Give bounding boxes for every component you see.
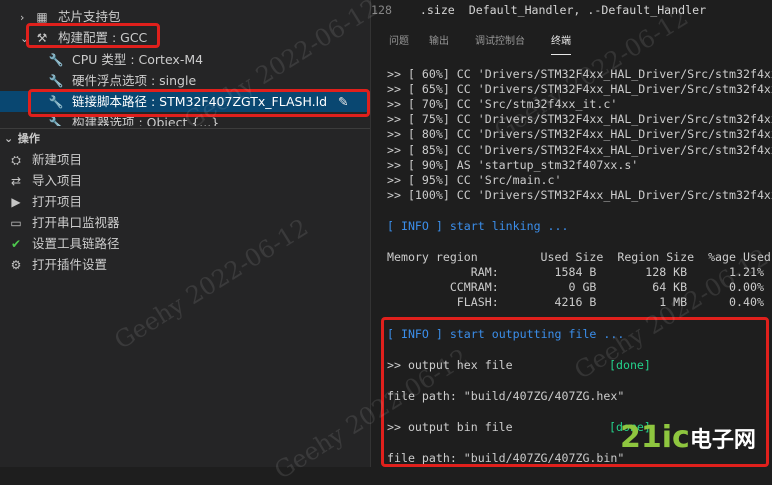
build-line: >> [ 60%] CC 'Drivers/STM32F4xx_HAL_Driv… xyxy=(387,67,772,81)
editor-terminal-area: 128 .size Default_Handler, .-Default_Han… xyxy=(370,0,772,467)
tab-debug-console[interactable]: 调试控制台 xyxy=(475,30,525,54)
editor-code-line: 128 .size Default_Handler, .-Default_Han… xyxy=(371,3,707,17)
build-line: >> [ 70%] CC 'Src/stm32f4xx_it.c' xyxy=(387,97,618,111)
new-project-icon: ⛭ xyxy=(11,153,21,167)
build-line: >> [ 80%] CC 'Drivers/STM32F4xx_HAL_Driv… xyxy=(387,127,772,141)
build-line: >> [ 90%] AS 'startup_stm32f407xx.s' xyxy=(387,158,639,172)
highlight-box-build-config xyxy=(26,23,160,48)
op-serial-monitor[interactable]: ▭ 打开串口监视器 xyxy=(8,212,119,233)
build-line: >> [ 65%] CC 'Drivers/STM32F4xx_HAL_Driv… xyxy=(387,82,772,96)
build-line: >> [100%] CC 'Drivers/STM32F4xx_HAL_Driv… xyxy=(387,188,772,202)
highlight-box-linker-script xyxy=(28,89,370,117)
tree-item-float-option[interactable]: 🔧 硬件浮点选项 : single xyxy=(48,70,197,91)
ops-section-header[interactable]: ⌄ 操作 xyxy=(0,128,370,149)
op-toolchain-path[interactable]: ✔ 设置工具链路径 xyxy=(8,233,120,254)
site-logo: 21ic电子网 xyxy=(620,420,756,455)
memory-row: RAM: 1584 B 128 KB 1.21% xyxy=(387,265,764,279)
tree-item-cpu-type[interactable]: 🔧 CPU 类型 : Cortex-M4 xyxy=(48,49,204,70)
toolchain-icon: ✔ xyxy=(10,237,22,251)
settings-icon: ⚙ xyxy=(10,258,22,272)
op-new-project[interactable]: ⛭ 新建项目 xyxy=(8,149,82,170)
memory-row: CCMRAM: 0 GB 64 KB 0.00% xyxy=(387,280,764,294)
tab-problems[interactable]: 问题 xyxy=(389,30,409,54)
build-line: >> [ 75%] CC 'Drivers/STM32F4xx_HAL_Driv… xyxy=(387,112,772,126)
info-linking-line: [ INFO ] start linking ... xyxy=(387,219,569,233)
serial-monitor-icon: ▭ xyxy=(10,216,22,230)
build-line: >> [ 95%] CC 'Src/main.c' xyxy=(387,173,562,187)
chevron-down-icon[interactable]: ⌄ xyxy=(4,129,14,149)
tab-terminal[interactable]: 终端 xyxy=(551,30,571,55)
memory-row: FLASH: 4216 B 1 MB 0.40% xyxy=(387,295,764,309)
tab-output[interactable]: 输出 xyxy=(429,30,449,54)
op-open-project[interactable]: ▶ 打开项目 xyxy=(8,191,82,212)
panel-tabs: 问题 输出 调试控制台 终端 xyxy=(371,30,772,55)
op-plugin-settings[interactable]: ⚙ 打开插件设置 xyxy=(8,254,107,275)
project-sidebar: › ▦ 芯片支持包 ⌄ ⚒ 构建配置 : GCC 🔧 CPU 类型 : Cort… xyxy=(0,0,370,467)
wrench-icon: 🔧 xyxy=(48,53,64,67)
open-project-icon: ▶ xyxy=(11,195,21,209)
op-import-project[interactable]: ⇄ 导入项目 xyxy=(8,170,82,191)
memory-header: Memory region Used Size Region Size %age… xyxy=(387,250,771,264)
build-line: >> [ 85%] CC 'Drivers/STM32F4xx_HAL_Driv… xyxy=(387,143,772,157)
import-project-icon: ⇄ xyxy=(10,174,22,188)
